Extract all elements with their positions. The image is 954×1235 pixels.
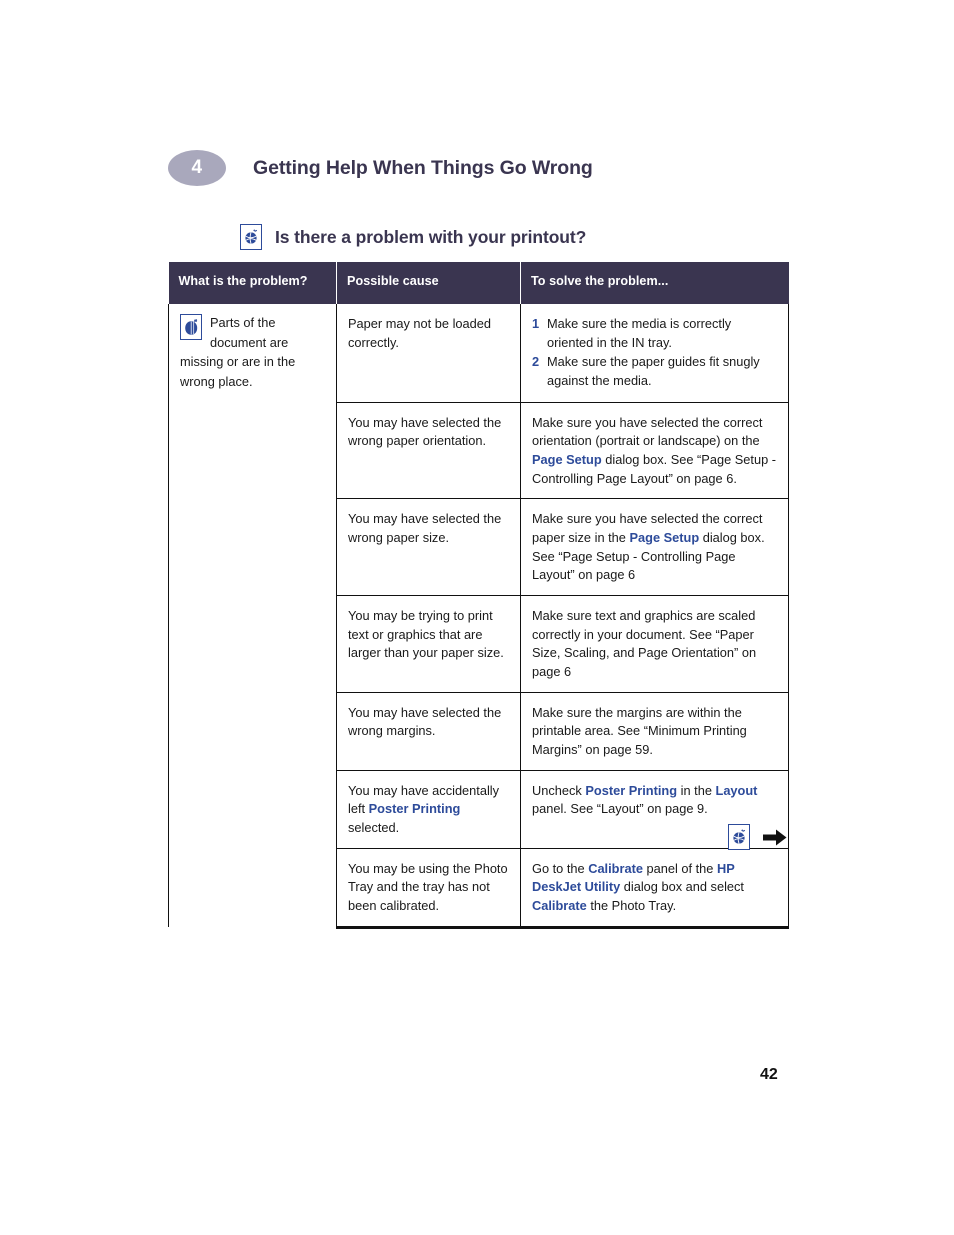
bold-term: Page Setup xyxy=(629,530,700,546)
document-page-icon xyxy=(180,314,202,340)
chapter-header: 4 Getting Help When Things Go Wrong xyxy=(168,150,593,186)
text-run: You may have selected the wrong paper or… xyxy=(348,414,502,449)
text-run: Make sure the margins are within the pri… xyxy=(532,704,747,758)
bold-term: Poster Printing xyxy=(368,801,461,817)
solution-cell: Make sure text and graphics are scaled c… xyxy=(520,595,789,693)
table-row: Parts of the document are missing or are… xyxy=(168,304,789,928)
footer-navigation xyxy=(728,824,788,850)
chapter-number-badge: 4 xyxy=(168,150,226,186)
section-heading: Is there a problem with your printout? xyxy=(240,224,586,250)
solution-cell: Make sure you have selected the correct … xyxy=(520,498,789,596)
text-run: Uncheck xyxy=(532,782,586,798)
section-title: Is there a problem with your printout? xyxy=(275,226,587,247)
table-body: Parts of the document are missing or are… xyxy=(168,304,789,929)
text-run: You may be trying to print text or graph… xyxy=(348,608,504,661)
text-run: You may have selected the wrong paper si… xyxy=(348,511,502,546)
bold-term: Page Setup xyxy=(532,452,602,468)
step-text: Make sure the media is correctly oriente… xyxy=(547,316,732,350)
cause-cell: You may have selected the wrong paper or… xyxy=(336,401,521,499)
text-run: Make sure you have selected the correct … xyxy=(532,414,763,449)
printer-globe-icon[interactable] xyxy=(728,824,750,850)
table-header: What is the problem? Possible cause To s… xyxy=(168,262,789,304)
solution-cell: Go to the Calibrate panel of the HP Desk… xyxy=(520,847,789,929)
text-run: Go to the xyxy=(532,860,589,876)
page-number: 42 xyxy=(760,1066,778,1083)
page-title: Getting Help When Things Go Wrong xyxy=(253,156,593,179)
text-run: selected. xyxy=(348,820,400,836)
cause-cell: You may have selected the wrong paper si… xyxy=(336,498,521,596)
step-number: 1 xyxy=(532,316,540,331)
step-list: 1 Make sure the media is correctly orient… xyxy=(532,315,776,391)
problem-cell: Parts of the document are missing or are… xyxy=(168,304,337,928)
text-run: You may be using the Photo Tray and the … xyxy=(348,860,508,914)
solution-cell: Make sure the margins are within the pri… xyxy=(520,691,789,771)
step-item: 2 Make sure the paper guides fit snugly a… xyxy=(532,353,776,390)
printer-globe-icon xyxy=(240,224,262,250)
text-run: You may have selected the wrong margins. xyxy=(348,704,502,739)
column-header-solve: To solve the problem... xyxy=(520,262,789,304)
solution-cell: 1 Make sure the media is correctly orient… xyxy=(520,304,789,403)
bold-term: Calibrate xyxy=(532,898,587,914)
text-run: the Photo Tray. xyxy=(586,898,677,914)
column-header-cause: Possible cause xyxy=(336,262,521,304)
cause-cell: Paper may not be loaded correctly. xyxy=(336,304,521,403)
bold-term: Poster Printing xyxy=(585,782,678,798)
text-run: in the xyxy=(677,782,716,798)
text-run: Make sure text and graphics are scaled c… xyxy=(532,608,757,680)
cause-cell: You may be using the Photo Tray and the … xyxy=(336,847,521,929)
text-run: panel. See “Layout” on page 9. xyxy=(532,801,708,817)
column-header-problem: What is the problem? xyxy=(168,262,337,304)
text-run: Paper may not be loaded correctly. xyxy=(348,316,491,350)
bold-term: Layout xyxy=(715,782,758,798)
step-item: 1 Make sure the media is correctly orient… xyxy=(532,315,776,352)
right-arrow-icon[interactable] xyxy=(762,826,788,848)
step-text: Make sure the paper guides fit snugly ag… xyxy=(547,354,760,389)
cause-cell: You may have accidentally left Poster Pr… xyxy=(336,769,521,849)
table-header-row: What is the problem? Possible cause To s… xyxy=(168,262,789,304)
solution-cell: Make sure you have selected the correct … xyxy=(520,401,789,499)
cause-cell: You may have selected the wrong margins. xyxy=(336,691,521,771)
text-run: dialog box and select xyxy=(620,879,744,895)
bold-term: Calibrate xyxy=(588,860,643,876)
cause-cell: You may be trying to print text or graph… xyxy=(336,595,521,693)
text-run: panel of the xyxy=(642,860,717,876)
troubleshooting-table: What is the problem? Possible cause To s… xyxy=(168,262,789,929)
step-number: 2 xyxy=(532,354,540,370)
